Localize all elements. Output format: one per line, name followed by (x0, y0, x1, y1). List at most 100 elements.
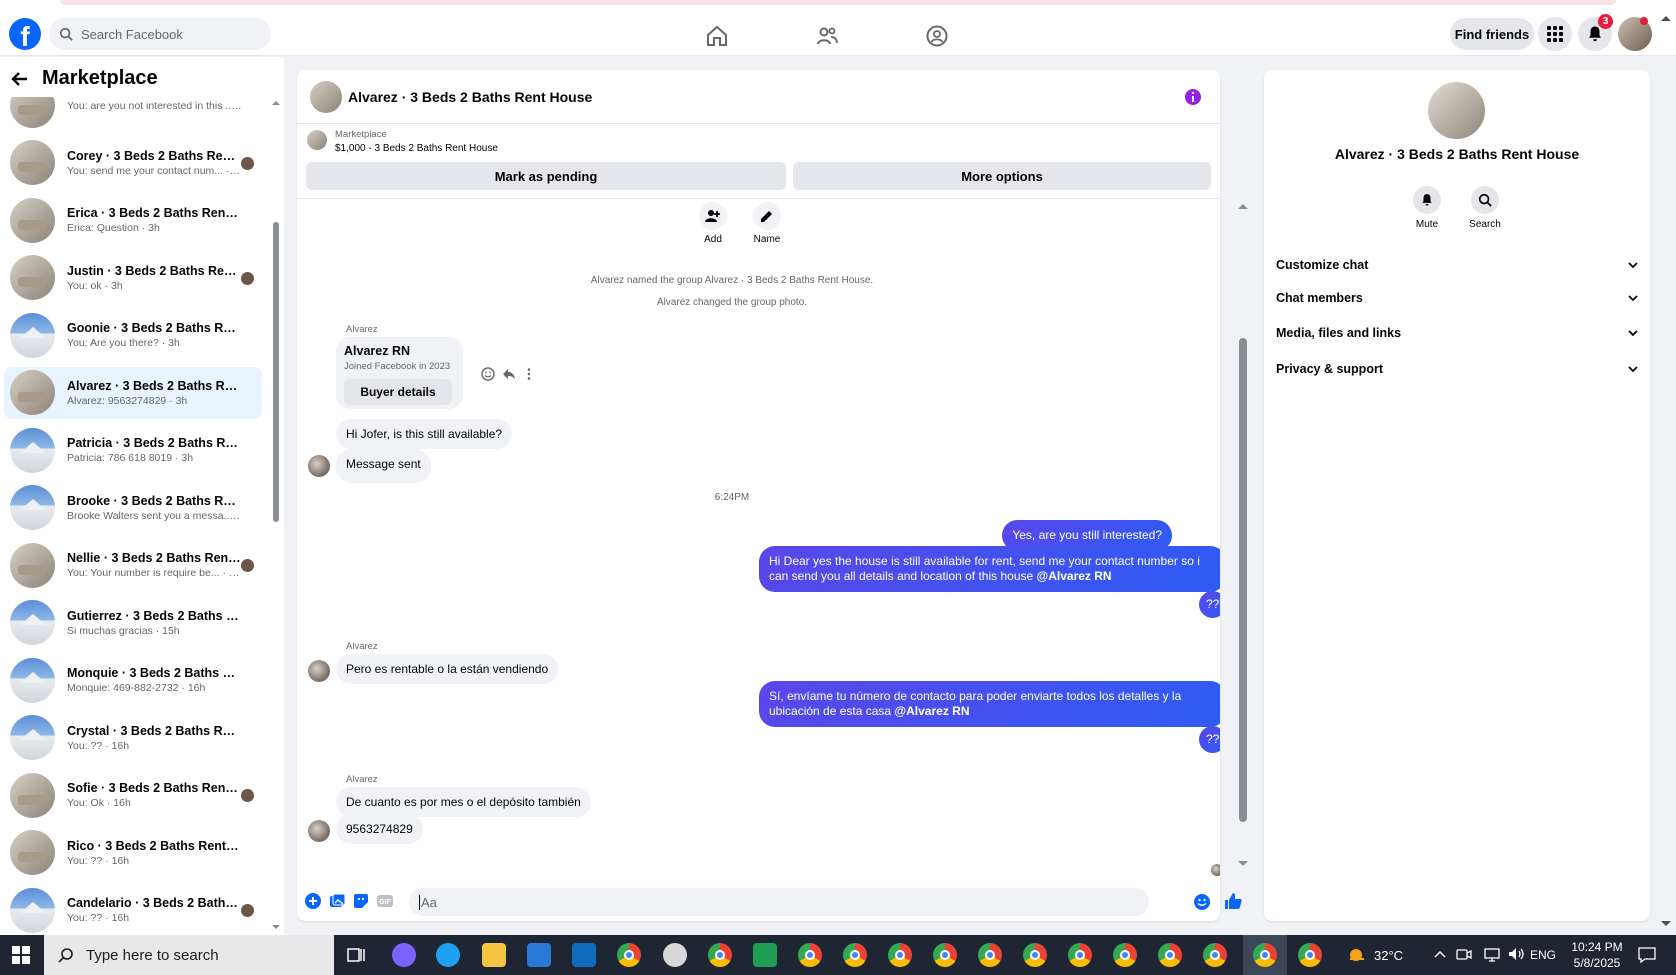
chat-avatar[interactable] (310, 80, 342, 113)
menu-button[interactable] (1538, 17, 1572, 51)
edge-icon[interactable] (436, 943, 460, 967)
conversation-item[interactable]: Patricia · 3 Beds 2 Baths Rent H... Patri… (4, 424, 262, 476)
chrome-icon[interactable] (1298, 943, 1322, 967)
page-scroll-down-icon[interactable] (1661, 920, 1671, 928)
sender-avatar[interactable] (308, 660, 330, 682)
clock[interactable]: 10:24 PM 5/8/2025 (1562, 939, 1632, 971)
gif-icon[interactable]: GIF (376, 892, 394, 910)
conversation-item[interactable]: Erica · 3 Beds 2 Baths Rent House Erica: … (4, 194, 262, 246)
network-icon[interactable] (1484, 946, 1500, 962)
conversation-item[interactable]: You: are you not interested in this ... … (4, 97, 262, 131)
chrome-icon[interactable] (888, 943, 912, 967)
left-scrollbar-thumb[interactable] (273, 222, 279, 522)
conversation-item[interactable]: Sofie · 3 Beds 2 Baths Rent H... You: Ok … (4, 769, 262, 821)
add-people-action[interactable]: Add (699, 202, 727, 245)
conversation-item[interactable]: Goonie · 3 Beds 2 Baths Rent H... You: Ar… (4, 309, 262, 361)
chrome-icon[interactable] (1158, 943, 1182, 967)
incoming-message[interactable]: Pero es rentable o la están vendiendo (336, 654, 559, 684)
sender-avatar[interactable] (308, 455, 330, 477)
taskbar-search-box[interactable]: Type here to search (44, 935, 334, 975)
chat-scrollbar-thumb[interactable] (1239, 338, 1247, 822)
meet-now-icon[interactable] (1456, 946, 1472, 962)
conversation-item[interactable]: Gutierrez · 3 Beds 2 Baths Rent ...Si mu… (4, 597, 262, 649)
more-vertical-icon[interactable] (525, 367, 533, 381)
scroll-down-icon[interactable] (272, 923, 280, 931)
chat-title[interactable]: Alvarez · 3 Beds 2 Baths Rent House (348, 89, 592, 105)
scroll-up-icon[interactable] (272, 99, 280, 107)
volume-icon[interactable] (1508, 946, 1526, 962)
listing-thumbnail[interactable] (307, 130, 327, 150)
sticker-icon[interactable] (352, 892, 370, 910)
start-button[interactable] (0, 935, 42, 975)
outgoing-message[interactable]: Sí, envíame tu número de contacto para p… (759, 681, 1220, 727)
show-hidden-icons-icon[interactable] (1434, 949, 1446, 959)
conversation-item[interactable]: Crystal · 3 Beds 2 Baths Rent Ho...You: … (4, 712, 262, 764)
find-friends-button[interactable]: Find friends (1450, 18, 1534, 50)
chrome-icon[interactable] (1203, 943, 1227, 967)
conversation-item[interactable]: Monquie · 3 Beds 2 Baths Rent ... Monquie… (4, 654, 262, 706)
back-arrow-icon[interactable] (10, 69, 30, 89)
plus-circle-icon[interactable] (304, 892, 322, 910)
reply-icon[interactable] (502, 367, 516, 381)
card-name[interactable]: Alvarez RN (344, 344, 455, 358)
conversation-item[interactable]: Justin · 3 Beds 2 Baths Rent H... You: ok… (4, 252, 262, 304)
chat-scroll-up-icon[interactable] (1238, 202, 1248, 210)
buyer-details-button[interactable]: Buyer details (344, 379, 452, 405)
outlook-icon[interactable] (572, 943, 596, 967)
privacy-support-section[interactable]: Privacy & support (1276, 354, 1638, 384)
weather-widget[interactable]: 32°C (1346, 935, 1403, 975)
customize-chat-section[interactable]: Customize chat (1276, 250, 1638, 280)
mute-action[interactable]: Mute (1400, 186, 1454, 230)
friends-icon[interactable] (815, 24, 839, 48)
conversation-item[interactable]: Brooke · 3 Beds 2 Baths Rent H...Brooke … (4, 482, 262, 534)
conversation-item[interactable]: Rico · 3 Beds 2 Baths Rent HouseYou: ?? … (4, 827, 262, 879)
incoming-message[interactable]: Message sent (336, 449, 431, 483)
chrome-icon[interactable] (1253, 943, 1277, 967)
notification-center-icon[interactable] (1638, 946, 1656, 964)
conversation-item[interactable]: Corey · 3 Beds 2 Baths Rent H... You: sen… (4, 137, 262, 189)
react-emoji-icon[interactable] (481, 367, 495, 381)
outgoing-message[interactable]: ?? (1199, 591, 1220, 618)
chrome-icon[interactable] (798, 943, 822, 967)
facebook-logo-icon[interactable]: f (9, 18, 41, 50)
language-indicator[interactable]: ENG (1530, 935, 1556, 975)
media-files-links-section[interactable]: Media, files and links (1276, 318, 1638, 348)
incoming-message[interactable]: 9563274829 (336, 814, 423, 844)
groups-icon[interactable] (925, 24, 949, 48)
store-icon[interactable] (527, 943, 551, 967)
mention[interactable]: @Alvarez RN (1037, 569, 1112, 583)
incoming-message[interactable]: Hi Jofer, is this still available? (336, 419, 513, 449)
more-options-button[interactable]: More options (793, 162, 1211, 190)
like-icon[interactable] (1223, 891, 1243, 911)
message-input[interactable]: Aa (409, 888, 1149, 916)
copilot-icon[interactable] (392, 943, 416, 967)
group-photo[interactable] (1428, 82, 1485, 139)
search-action[interactable]: Search (1458, 186, 1512, 230)
outgoing-message[interactable]: Hi Dear yes the house is still available… (759, 546, 1220, 592)
mark-as-pending-button[interactable]: Mark as pending (306, 162, 786, 190)
search-facebook-input[interactable]: Search Facebook (49, 18, 271, 50)
chrome-icon[interactable] (617, 943, 641, 967)
mention[interactable]: @Alvarez RN (894, 704, 969, 718)
info-icon[interactable] (1184, 88, 1202, 106)
home-icon[interactable] (705, 24, 729, 48)
page-scroll-up-icon[interactable] (1661, 14, 1671, 22)
outgoing-message[interactable]: ?? (1199, 726, 1220, 753)
file-explorer-icon[interactable] (482, 943, 506, 967)
incoming-message[interactable]: De cuanto es por mes o el depósito tambi… (336, 787, 591, 817)
excel-icon[interactable] (753, 943, 777, 967)
task-view-icon[interactable] (346, 945, 366, 965)
emoji-icon[interactable] (1193, 893, 1211, 911)
sender-avatar[interactable] (308, 820, 330, 842)
conversation-item[interactable]: Nellie · 3 Beds 2 Baths Rent H... You: Yo… (4, 539, 262, 591)
paint-icon[interactable] (663, 943, 687, 967)
chrome-icon[interactable] (1113, 943, 1137, 967)
chrome-icon[interactable] (933, 943, 957, 967)
chrome-icon[interactable] (978, 943, 1002, 967)
chrome-profile-icon[interactable] (708, 943, 732, 967)
listing-price-title[interactable]: $1,000 - 3 Beds 2 Baths Rent House (335, 143, 498, 154)
chat-scroll-down-icon[interactable] (1238, 860, 1248, 868)
chrome-icon[interactable] (843, 943, 867, 967)
name-group-action[interactable]: Name (753, 202, 781, 245)
chat-members-section[interactable]: Chat members (1276, 283, 1638, 313)
